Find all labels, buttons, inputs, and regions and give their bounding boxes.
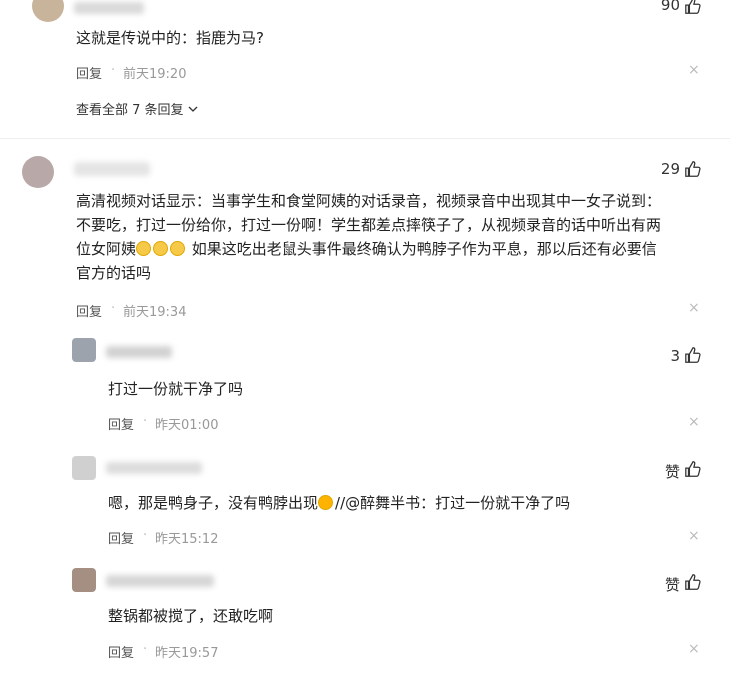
reply-text-segment: 嗯，那是鸭身子，没有鸭脖出现 (108, 494, 319, 512)
thumbs-up-icon[interactable] (684, 160, 702, 178)
comment-text-line-2: 不要吃，打过一份给你，打过一份啊！学生都差点摔筷子了，从视频录音的话中听出有两 (76, 216, 662, 234)
separator-dot: · (143, 414, 148, 429)
like-count: 3 (670, 347, 680, 365)
avatar[interactable] (32, 0, 64, 22)
username-blurred[interactable] (74, 162, 150, 176)
timestamp: 昨天19:57 (155, 646, 219, 661)
like-label: 赞 (664, 576, 680, 594)
reply-button[interactable]: 回复 (108, 642, 134, 661)
comment-text-line-4: 官方的话吗 (76, 264, 152, 282)
reply-text: 打过一份就干净了吗 (108, 380, 244, 398)
reply-button[interactable]: 回复 (76, 301, 102, 320)
view-all-replies-link[interactable]: 查看全部 7 条回复 (76, 99, 198, 118)
thumbs-up-icon[interactable] (684, 573, 702, 591)
comment-text-line-3: 位女阿姨 如果这吃出老鼠头事件最终确认为鸭脖子作为平息，那以后还有必要信 (76, 236, 657, 262)
timestamp: 昨天15:12 (155, 532, 219, 547)
divider (0, 138, 730, 139)
avatar[interactable] (22, 156, 54, 188)
username-blurred[interactable] (106, 346, 172, 358)
separator-dot: · (143, 642, 148, 657)
username-blurred[interactable] (74, 2, 144, 14)
close-icon[interactable]: × (688, 414, 700, 430)
avatar[interactable] (72, 338, 96, 362)
thumbs-up-icon[interactable] (684, 460, 702, 478)
separator-dot: · (111, 63, 116, 78)
laughing-emoji-icon (318, 495, 334, 510)
chevron-down-icon (188, 106, 198, 112)
smile-emoji-icon (170, 241, 186, 256)
timestamp: 前天19:20 (123, 67, 187, 82)
like-count: 29 (660, 160, 680, 178)
like-count: 90 (660, 0, 680, 14)
comment-text-line-1: 高清视频对话显示：当事学生和食堂阿姨的对话录音，视频录音中出现其中一女子说到： (76, 192, 662, 210)
view-all-label: 查看全部 7 条回复 (76, 103, 184, 118)
comment-text-segment: 位女阿姨 (76, 240, 137, 258)
username-blurred[interactable] (106, 575, 214, 587)
close-icon[interactable]: × (688, 641, 700, 657)
timestamp: 前天19:34 (123, 305, 187, 320)
close-icon[interactable]: × (688, 300, 700, 316)
close-icon[interactable]: × (688, 528, 700, 544)
timestamp: 昨天01:00 (155, 418, 219, 433)
comment-text: 这就是传说中的：指鹿为马? (76, 29, 264, 47)
reply-button[interactable]: 回复 (76, 63, 102, 82)
smile-emoji-icon (153, 241, 169, 256)
comment-text-segment: 如果这吃出老鼠头事件最终确认为鸭脖子作为平息，那以后还有必要信 (191, 240, 657, 258)
like-label: 赞 (664, 463, 680, 481)
username-blurred[interactable] (106, 462, 202, 474)
reply-button[interactable]: 回复 (108, 528, 134, 547)
separator-dot: · (111, 301, 116, 316)
avatar[interactable] (72, 456, 96, 480)
smile-emoji-icon (136, 241, 152, 256)
avatar[interactable] (72, 568, 96, 592)
reply-text: 嗯，那是鸭身子，没有鸭脖出现 //@醉舞半书：打过一份就干净了吗 (108, 490, 570, 516)
thumbs-up-icon[interactable] (684, 0, 702, 15)
separator-dot: · (143, 528, 148, 543)
reply-text: 整锅都被搅了，还敢吃啊 (108, 607, 274, 625)
reply-text-segment: //@醉舞半书：打过一份就干净了吗 (335, 494, 571, 512)
close-icon[interactable]: × (688, 62, 700, 78)
thumbs-up-icon[interactable] (684, 346, 702, 364)
reply-button[interactable]: 回复 (108, 414, 134, 433)
